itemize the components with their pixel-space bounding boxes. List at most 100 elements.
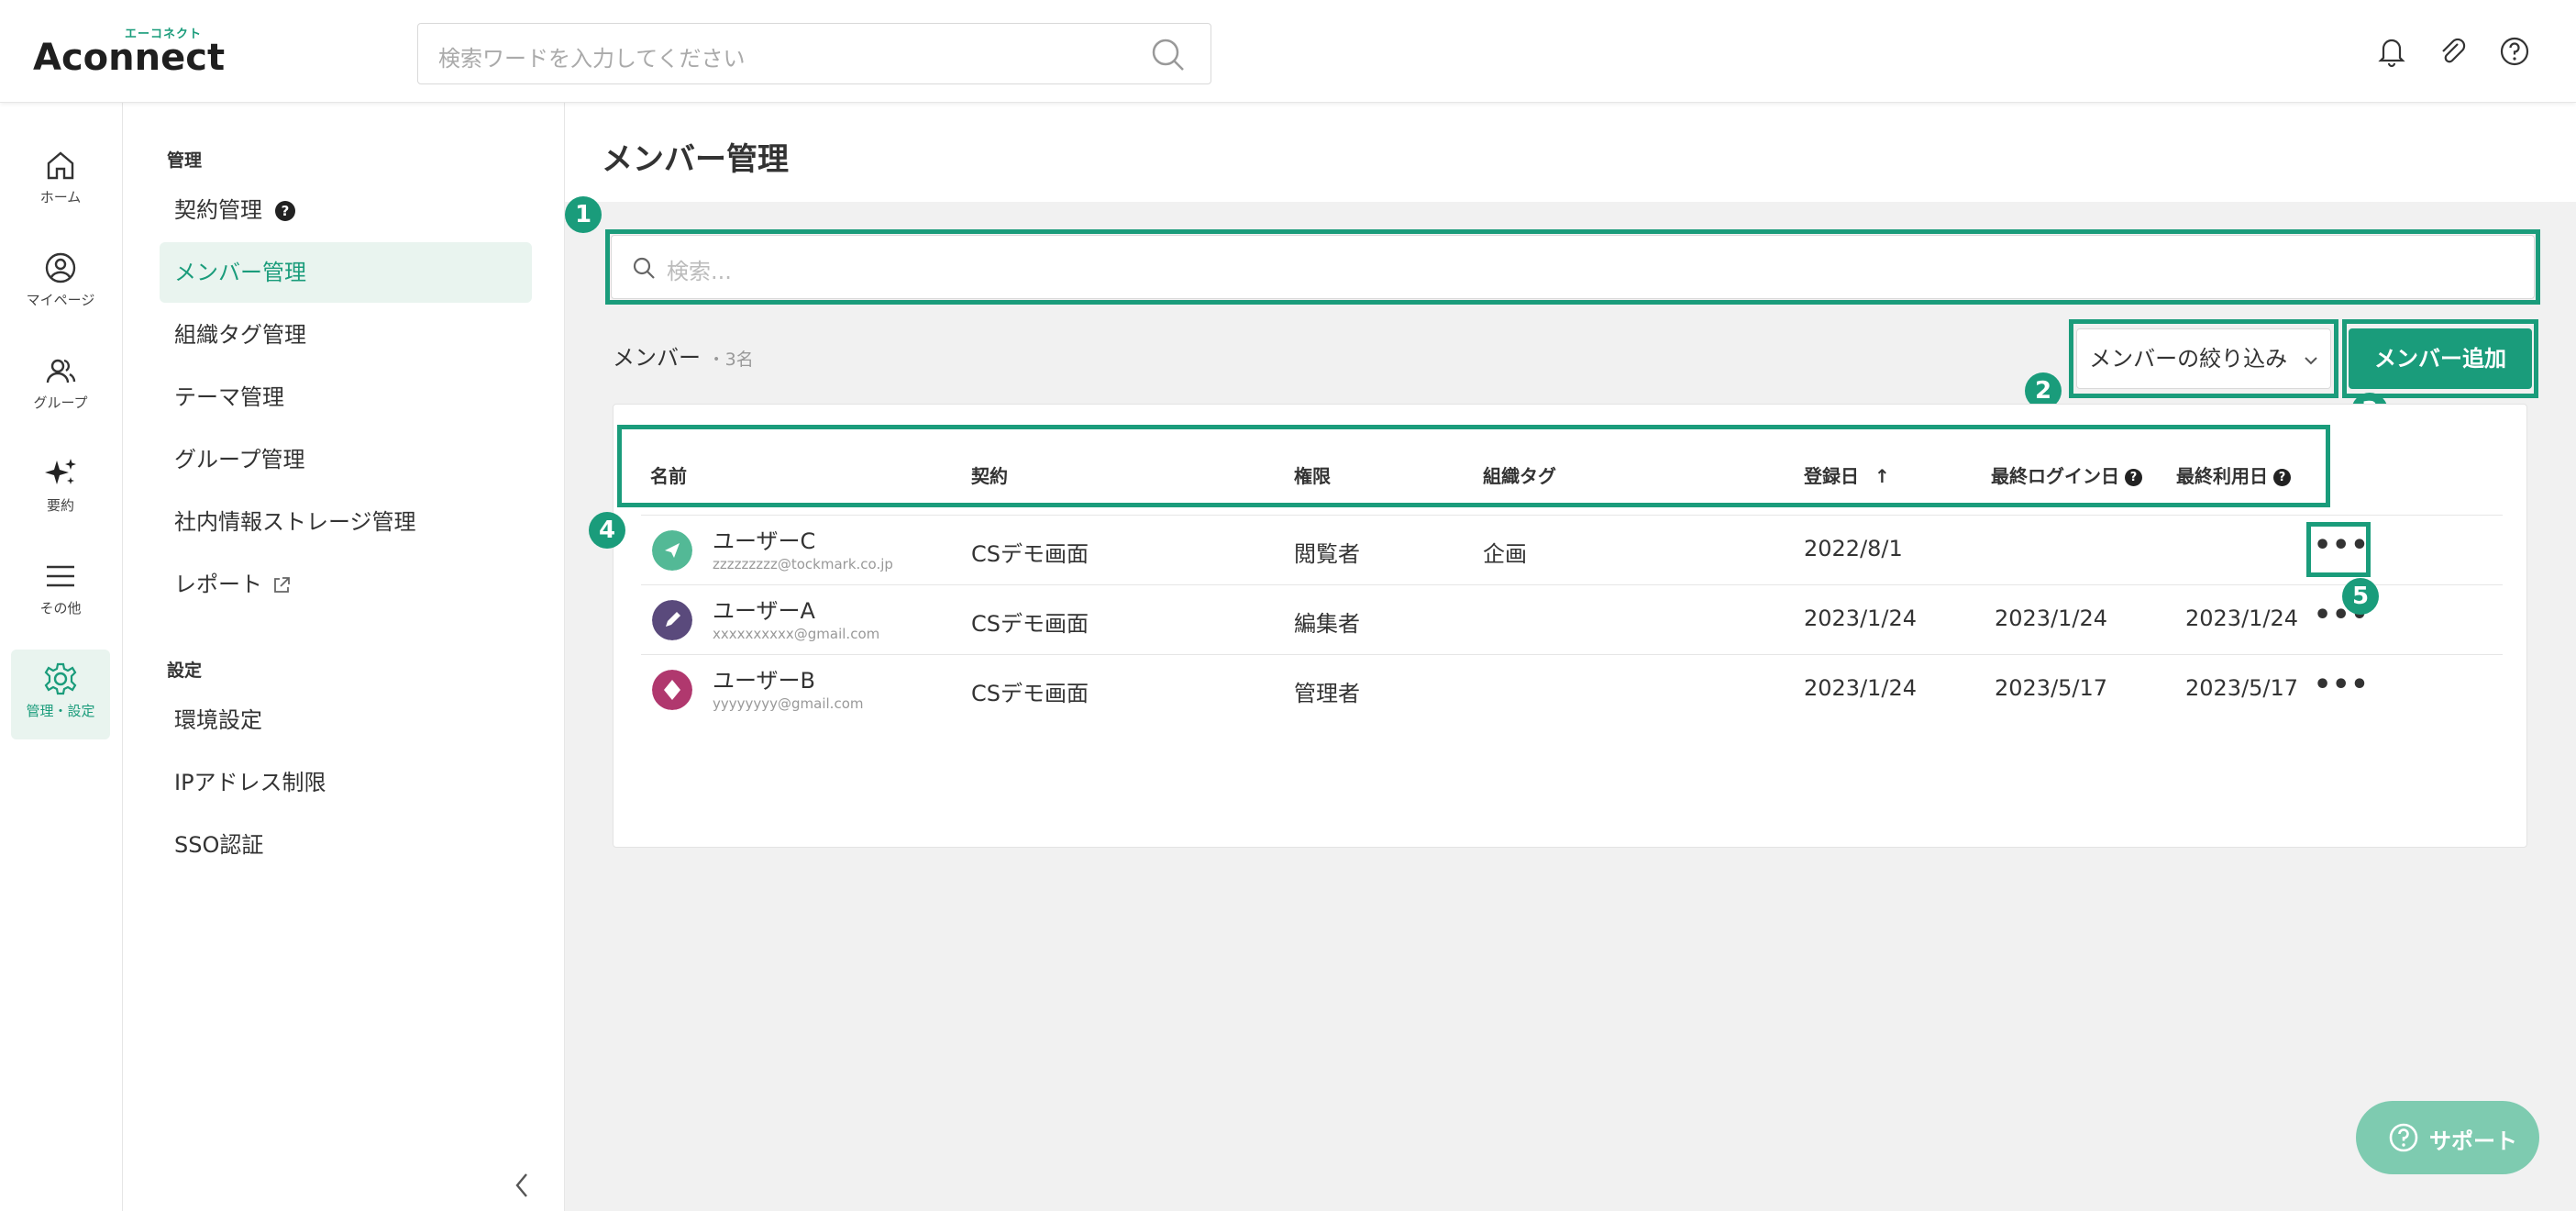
- nav-item-org-tags[interactable]: 組織タグ管理: [160, 305, 532, 365]
- nav-label: SSO認証: [174, 832, 264, 858]
- rail-item-other[interactable]: その他: [11, 547, 110, 637]
- column-header-label: 最終利用日: [2176, 465, 2268, 487]
- column-header-name[interactable]: 名前: [650, 461, 687, 488]
- menu-icon: [47, 565, 74, 587]
- avatar: [652, 600, 692, 640]
- table-row[interactable]: ユーザーB yyyyyyyy@gmail.com CSデモ画面 管理者 2023…: [641, 654, 2503, 724]
- column-header-contract[interactable]: 契約: [971, 461, 1008, 488]
- rail-label: 管理・設定: [26, 703, 95, 719]
- members-count: ・3名: [707, 350, 754, 370]
- nav-label: テーマ管理: [174, 384, 284, 410]
- user-email: yyyyyyyy@gmail.com: [713, 695, 864, 712]
- role-cell: 編集者: [1294, 611, 1360, 637]
- members-table: 名前 契約 権限 組織タグ 登録日 ↑ 最終ログイン日? 最終利用日? ユーザー…: [613, 404, 2527, 848]
- filter-button-label: メンバーの絞り込み: [2089, 346, 2288, 372]
- column-header-registered[interactable]: 登録日 ↑: [1804, 461, 1890, 488]
- more-options-button[interactable]: •••: [2314, 672, 2369, 705]
- sparkle-icon: [45, 459, 76, 484]
- user-name: ユーザーA: [713, 598, 815, 624]
- rail-item-admin-settings[interactable]: 管理・設定: [11, 650, 110, 739]
- nav-item-environment[interactable]: 環境設定: [160, 690, 532, 750]
- last-login-cell: 2023/1/24: [1995, 606, 2108, 631]
- nav-item-storage[interactable]: 社内情報ストレージ管理: [160, 492, 532, 552]
- user-circle-icon: [45, 252, 76, 283]
- table-row[interactable]: ユーザーA xxxxxxxxxx@gmail.com CSデモ画面 編集者 20…: [641, 584, 2503, 654]
- section-title-admin: 管理: [167, 150, 203, 171]
- registered-cell: 2023/1/24: [1804, 675, 1918, 701]
- left-rail: ホーム マイページ グループ 要約 その他 管理・設定: [0, 103, 123, 1211]
- logo-text: Aconnect: [33, 37, 226, 79]
- section-title-settings: 設定: [167, 661, 203, 681]
- contract-cell: CSデモ画面: [971, 611, 1089, 637]
- global-search-placeholder: 検索ワードを入力してください: [438, 46, 746, 72]
- last-used-cell: 2023/5/17: [2185, 675, 2299, 701]
- support-label: サポート: [2429, 1128, 2517, 1154]
- rail-item-summary[interactable]: 要約: [11, 444, 110, 534]
- sort-arrow-icon: ↑: [1874, 465, 1890, 487]
- nav-item-report[interactable]: レポート: [160, 554, 532, 615]
- rail-label: マイページ: [26, 292, 95, 308]
- nav-label: レポート: [174, 572, 262, 597]
- annotation-badge-4: 4: [589, 512, 625, 549]
- rail-label: ホーム: [39, 189, 82, 206]
- page-header: メンバー管理: [565, 103, 2576, 202]
- avatar: [652, 530, 692, 571]
- column-header-label: 登録日: [1804, 465, 1859, 487]
- user-email: xxxxxxxxxx@gmail.com: [713, 626, 880, 642]
- nav-label: 組織タグ管理: [174, 322, 306, 348]
- contract-cell: CSデモ画面: [971, 681, 1089, 706]
- user-name: ユーザーB: [713, 668, 815, 694]
- search-icon: [633, 257, 655, 279]
- help-icon[interactable]: [2498, 35, 2531, 68]
- nav-item-members[interactable]: メンバー管理: [160, 242, 532, 303]
- member-filter-dropdown[interactable]: メンバーの絞り込み: [2076, 328, 2331, 389]
- rail-item-mypage[interactable]: マイページ: [11, 239, 110, 328]
- nav-label: 契約管理: [174, 197, 262, 223]
- nav-item-sso[interactable]: SSO認証: [160, 815, 532, 875]
- attachment-icon[interactable]: [2436, 35, 2469, 68]
- admin-subnav: 管理 契約管理? メンバー管理 組織タグ管理 テーマ管理 グループ管理 社内情報…: [123, 103, 565, 1211]
- rail-item-group[interactable]: グループ: [11, 341, 110, 431]
- nav-label: 環境設定: [174, 707, 262, 733]
- nav-label: メンバー管理: [174, 260, 306, 285]
- registered-cell: 2023/1/24: [1804, 606, 1918, 631]
- aconnect-logo[interactable]: エーコネクト Aconnect: [33, 28, 235, 83]
- collapse-chevron-icon[interactable]: [508, 1167, 536, 1204]
- help-badge-icon[interactable]: ?: [2125, 469, 2142, 486]
- last-used-cell: 2023/1/24: [2185, 606, 2299, 631]
- chevron-down-icon: [2305, 357, 2317, 365]
- member-search-input[interactable]: 検索...: [611, 235, 2535, 299]
- help-badge-icon[interactable]: ?: [275, 201, 295, 221]
- rail-item-home[interactable]: ホーム: [11, 136, 110, 226]
- nav-item-groups[interactable]: グループ管理: [160, 429, 532, 490]
- support-button[interactable]: サポート: [2356, 1101, 2539, 1174]
- external-link-icon: [274, 577, 290, 593]
- search-icon[interactable]: [1150, 37, 1187, 73]
- column-header-last-login[interactable]: 最終ログイン日?: [1991, 461, 2142, 488]
- column-header-role[interactable]: 権限: [1294, 461, 1331, 488]
- home-icon: [47, 151, 74, 180]
- user-name: ユーザーC: [713, 528, 816, 554]
- nav-label: グループ管理: [174, 447, 305, 472]
- page-title: メンバー管理: [602, 141, 789, 178]
- member-search-placeholder: 検索...: [667, 259, 732, 284]
- add-member-button[interactable]: メンバー追加: [2349, 328, 2532, 389]
- registered-cell: 2022/8/1: [1804, 536, 1903, 561]
- help-badge-icon[interactable]: ?: [2273, 469, 2291, 486]
- bell-icon[interactable]: [2375, 35, 2408, 68]
- nav-label: 社内情報ストレージ管理: [174, 509, 416, 535]
- more-options-button[interactable]: •••: [2314, 532, 2369, 565]
- table-row[interactable]: ユーザーC zzzzzzzzz@tockmark.co.jp CSデモ画面 閲覧…: [641, 515, 2503, 584]
- group-icon: [46, 359, 76, 383]
- rail-label: その他: [39, 600, 82, 617]
- nav-item-ip-restriction[interactable]: IPアドレス制限: [160, 752, 532, 813]
- nav-item-themes[interactable]: テーマ管理: [160, 367, 532, 428]
- contract-cell: CSデモ画面: [971, 541, 1089, 567]
- global-search-input[interactable]: 検索ワードを入力してください: [417, 23, 1211, 84]
- annotation-badge-5: 5: [2342, 578, 2379, 615]
- column-header-org-tag[interactable]: 組織タグ: [1483, 461, 1556, 488]
- column-header-last-used[interactable]: 最終利用日?: [2176, 461, 2291, 488]
- nav-item-contract[interactable]: 契約管理?: [160, 180, 532, 240]
- app-header: エーコネクト Aconnect 検索ワードを入力してください: [0, 0, 2576, 103]
- last-login-cell: 2023/5/17: [1995, 675, 2108, 701]
